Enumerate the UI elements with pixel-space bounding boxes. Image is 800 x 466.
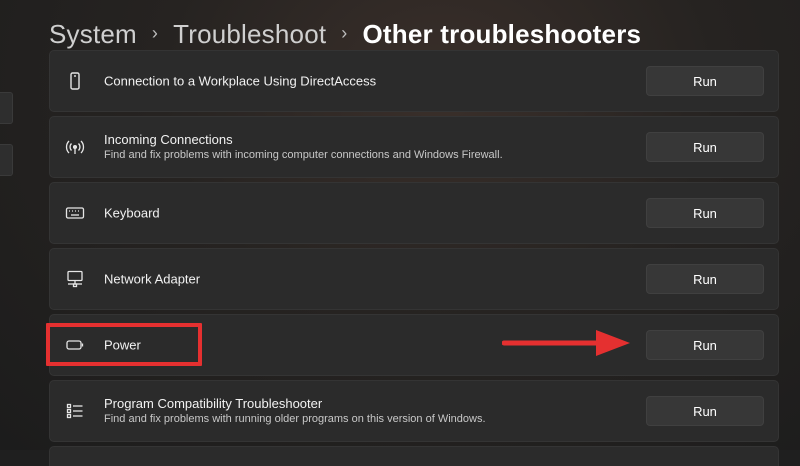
row-description: Find and fix problems with incoming comp…: [104, 149, 503, 161]
run-button-incoming-connections[interactable]: Run: [646, 132, 764, 162]
run-button-directaccess[interactable]: Run: [646, 66, 764, 96]
troubleshooter-row-network-adapter: Network Adapter Run: [49, 248, 779, 310]
page-title: Other troubleshooters: [362, 18, 642, 49]
sidebar-nav-item[interactable]: [0, 92, 13, 124]
wireless-signal-icon: [64, 136, 86, 158]
network-adapter-icon: [64, 268, 86, 290]
troubleshooter-row-incoming-connections: Incoming Connections Find and fix proble…: [49, 116, 779, 178]
troubleshooter-row-keyboard: Keyboard Run: [49, 182, 779, 244]
chevron-right-icon: ›: [151, 22, 159, 43]
annotation-arrow-icon: [502, 330, 630, 356]
breadcrumb: System › Troubleshoot › Other troublesho…: [49, 14, 641, 54]
run-button-keyboard[interactable]: Run: [646, 198, 764, 228]
troubleshooter-row-partial: [49, 446, 779, 466]
row-title: Connection to a Workplace Using DirectAc…: [104, 73, 377, 89]
annotation-highlight-box: [46, 323, 202, 366]
row-title: Program Compatibility Troubleshooter: [104, 396, 323, 411]
list-icon: [64, 400, 86, 422]
chevron-right-icon: ›: [341, 22, 348, 43]
breadcrumb-system[interactable]: System: [49, 19, 137, 50]
troubleshooter-row-directaccess: Connection to a Workplace Using DirectAc…: [49, 50, 779, 112]
row-description: Find and fix problems with running older…: [104, 413, 486, 425]
row-title: Incoming Connections: [104, 132, 233, 147]
breadcrumb-troubleshoot[interactable]: Troubleshoot: [173, 19, 326, 50]
run-button-program-compatibility[interactable]: Run: [646, 396, 764, 426]
sidebar-nav-item[interactable]: [0, 144, 13, 176]
row-title: Network Adapter: [104, 271, 201, 287]
keyboard-icon: [64, 202, 86, 224]
run-button-network-adapter[interactable]: Run: [646, 264, 764, 294]
phone-icon: [64, 70, 86, 92]
row-title: Keyboard: [104, 205, 160, 221]
run-button-power[interactable]: Run: [646, 330, 764, 360]
troubleshooter-row-program-compatibility: Program Compatibility Troubleshooter Fin…: [49, 380, 779, 442]
